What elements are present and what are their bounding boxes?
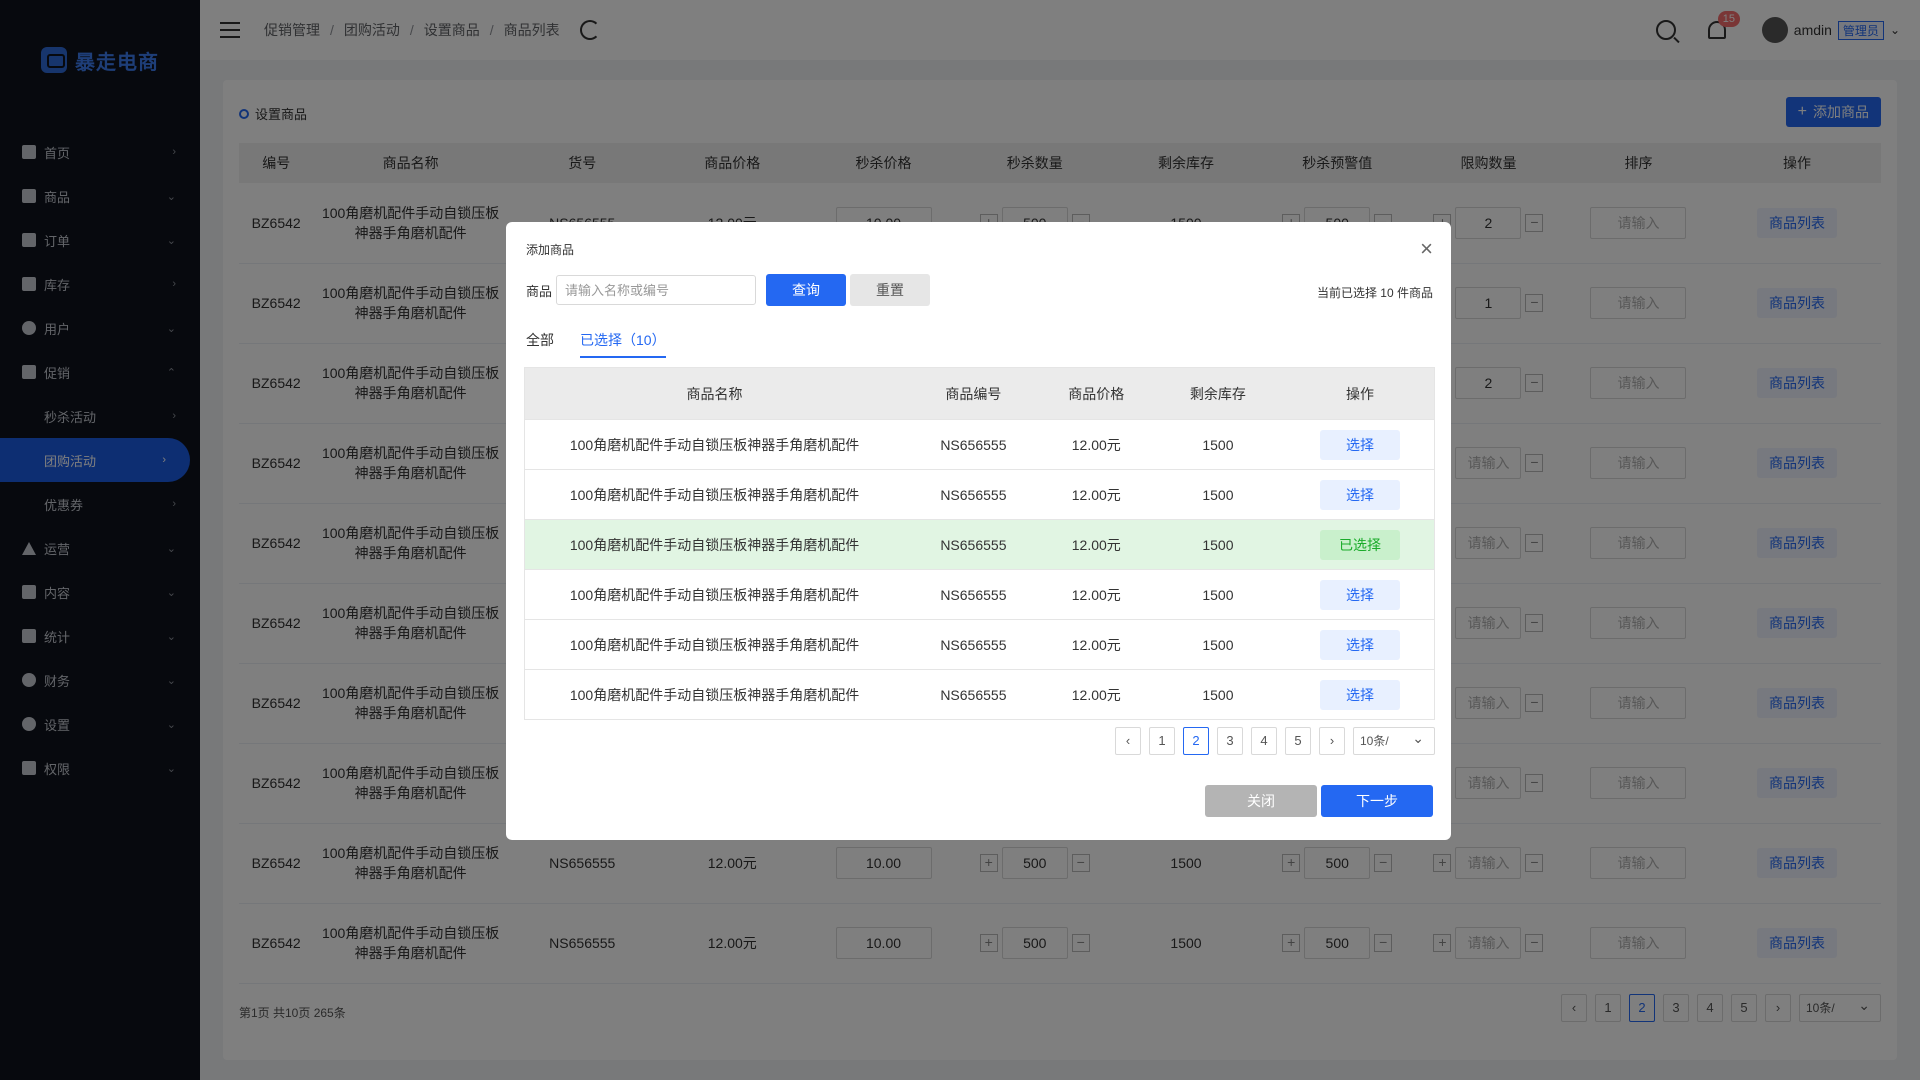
page-size-select[interactable]: 10条/: [1353, 725, 1435, 755]
modal-table-row: 100角磨机配件手动自锁压板神器手角磨机配件 NS656555 12.00元 1500…: [524, 569, 1435, 620]
cell-code: NS656555: [904, 569, 1043, 620]
cell-action: 选择: [1286, 569, 1435, 620]
reset-button[interactable]: 重置: [850, 274, 931, 306]
selected-button[interactable]: 已选择: [1320, 529, 1401, 560]
select-button[interactable]: 选择: [1320, 629, 1401, 660]
page-button[interactable]: 3: [1217, 727, 1243, 755]
cell-action: 选择: [1286, 669, 1435, 720]
column-header: 剩余库存: [1149, 367, 1287, 420]
cell-code: NS656555: [904, 469, 1043, 520]
modal-search-bar: 商品 查询 重置: [526, 274, 931, 306]
cell-name: 100角磨机配件手动自锁压板神器手角磨机配件: [524, 669, 905, 720]
page-button[interactable]: 4: [1251, 727, 1277, 755]
page-button[interactable]: 2: [1183, 727, 1209, 755]
modal-title: 添加商品: [526, 243, 575, 257]
cell-price: 12.00元: [1042, 469, 1150, 520]
page-button[interactable]: 5: [1285, 727, 1311, 755]
close-icon[interactable]: ×: [1420, 236, 1433, 262]
column-header: 操作: [1286, 367, 1435, 420]
select-button[interactable]: 选择: [1320, 429, 1401, 460]
modal-product-table: 商品名称 商品编号 商品价格 剩余库存 操作 100角磨机配件手动自锁压板神器手角磨机配…: [524, 367, 1435, 720]
modal-tabs: 全部 已选择（10）: [526, 330, 692, 358]
cell-action: 选择: [1286, 419, 1435, 470]
modal-table-row: 100角磨机配件手动自锁压板神器手角磨机配件 NS656555 12.00元 1500…: [524, 469, 1435, 520]
select-button[interactable]: 选择: [1320, 679, 1401, 710]
cell-price: 12.00元: [1042, 619, 1150, 670]
selected-count: 当前已选择 10 件商品: [1316, 286, 1433, 300]
cell-stock: 1500: [1149, 669, 1287, 720]
cell-name: 100角磨机配件手动自锁压板神器手角磨机配件: [524, 619, 905, 670]
column-header: 商品编号: [904, 367, 1043, 420]
modal-table-row: 100角磨机配件手动自锁压板神器手角磨机配件 NS656555 12.00元 1500…: [524, 519, 1435, 570]
modal-table-row: 100角磨机配件手动自锁压板神器手角磨机配件 NS656555 12.00元 1500…: [524, 419, 1435, 470]
modal-tab[interactable]: 全部: [526, 330, 554, 358]
cell-name: 100角磨机配件手动自锁压板神器手角磨机配件: [524, 419, 905, 470]
cell-price: 12.00元: [1042, 669, 1150, 720]
search-label: 商品: [526, 283, 553, 299]
cell-name: 100角磨机配件手动自锁压板神器手角磨机配件: [524, 469, 905, 520]
modal-actions: 关闭 下一步: [1205, 785, 1433, 817]
add-product-modal: 添加商品 × 商品 查询 重置 当前已选择 10 件商品 全部已选择（10） 商…: [506, 222, 1451, 840]
cell-price: 12.00元: [1042, 419, 1150, 470]
modal-tab[interactable]: 已选择（10）: [580, 330, 666, 358]
close-button[interactable]: 关闭: [1205, 785, 1317, 817]
search-input[interactable]: [556, 275, 757, 305]
select-button[interactable]: 选择: [1320, 479, 1401, 510]
modal-pagination: ‹ 1 2 3 4 5 › 10条/: [1107, 725, 1435, 755]
page-button[interactable]: 1: [1149, 727, 1175, 755]
cell-action: 选择: [1286, 469, 1435, 520]
cell-code: NS656555: [904, 619, 1043, 670]
cell-stock: 1500: [1149, 469, 1287, 520]
cell-code: NS656555: [904, 519, 1043, 570]
cell-stock: 1500: [1149, 419, 1287, 470]
cell-name: 100角磨机配件手动自锁压板神器手角磨机配件: [524, 519, 905, 570]
modal-table-row: 100角磨机配件手动自锁压板神器手角磨机配件 NS656555 12.00元 1500…: [524, 619, 1435, 670]
cell-stock: 1500: [1149, 619, 1287, 670]
select-button[interactable]: 选择: [1320, 579, 1401, 610]
query-button[interactable]: 查询: [766, 274, 847, 306]
cell-name: 100角磨机配件手动自锁压板神器手角磨机配件: [524, 569, 905, 620]
modal-table-header: 商品名称 商品编号 商品价格 剩余库存 操作: [524, 367, 1435, 420]
cell-action: 选择: [1286, 619, 1435, 670]
cell-code: NS656555: [904, 419, 1043, 470]
cell-stock: 1500: [1149, 519, 1287, 570]
modal-table-row: 100角磨机配件手动自锁压板神器手角磨机配件 NS656555 12.00元 1500…: [524, 669, 1435, 720]
cell-price: 12.00元: [1042, 519, 1150, 570]
column-header: 商品价格: [1042, 367, 1150, 420]
next-page-icon[interactable]: ›: [1319, 727, 1345, 755]
column-header: 商品名称: [524, 367, 905, 420]
cell-action: 已选择: [1286, 519, 1435, 570]
cell-code: NS656555: [904, 669, 1043, 720]
next-step-button[interactable]: 下一步: [1321, 785, 1433, 817]
prev-page-icon[interactable]: ‹: [1115, 727, 1141, 755]
cell-stock: 1500: [1149, 569, 1287, 620]
cell-price: 12.00元: [1042, 569, 1150, 620]
